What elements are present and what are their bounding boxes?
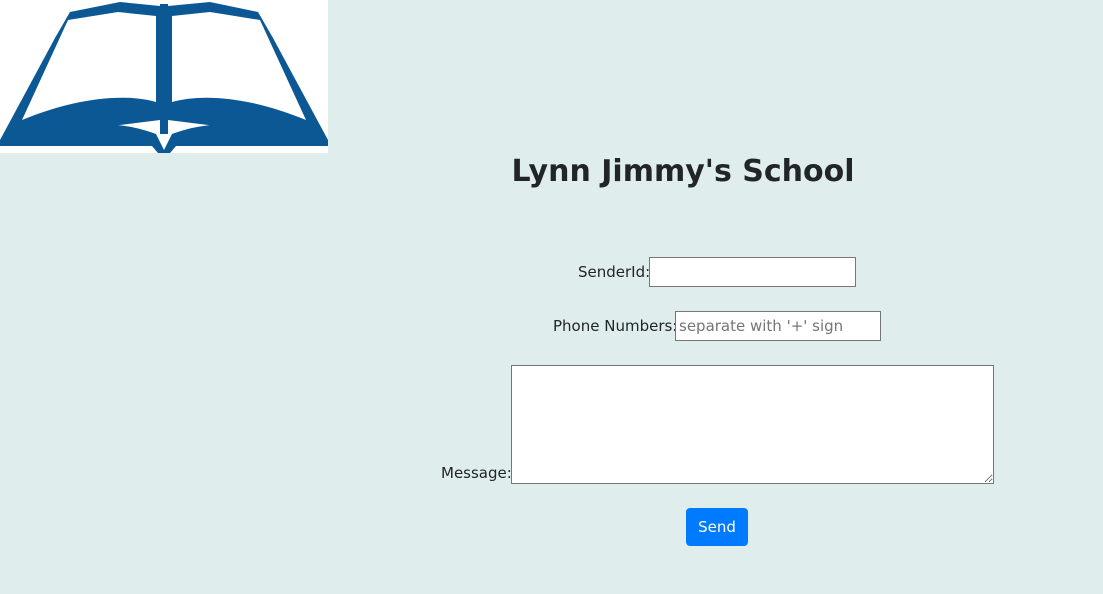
page-title: Lynn Jimmy's School xyxy=(511,154,855,189)
open-book-icon xyxy=(0,2,328,153)
phone-numbers-input[interactable] xyxy=(675,311,881,341)
send-button[interactable]: Send xyxy=(686,508,748,546)
sender-id-input[interactable] xyxy=(649,257,856,287)
phone-numbers-label: Phone Numbers: xyxy=(553,317,678,335)
message-label: Message: xyxy=(441,464,512,482)
header: Lynn Jimmy's School xyxy=(383,150,983,194)
sender-id-label: SenderId: xyxy=(578,263,651,281)
school-logo xyxy=(0,0,328,153)
message-textarea[interactable] xyxy=(511,365,994,484)
page: Lynn Jimmy's School SenderId: Phone Numb… xyxy=(0,0,1103,594)
